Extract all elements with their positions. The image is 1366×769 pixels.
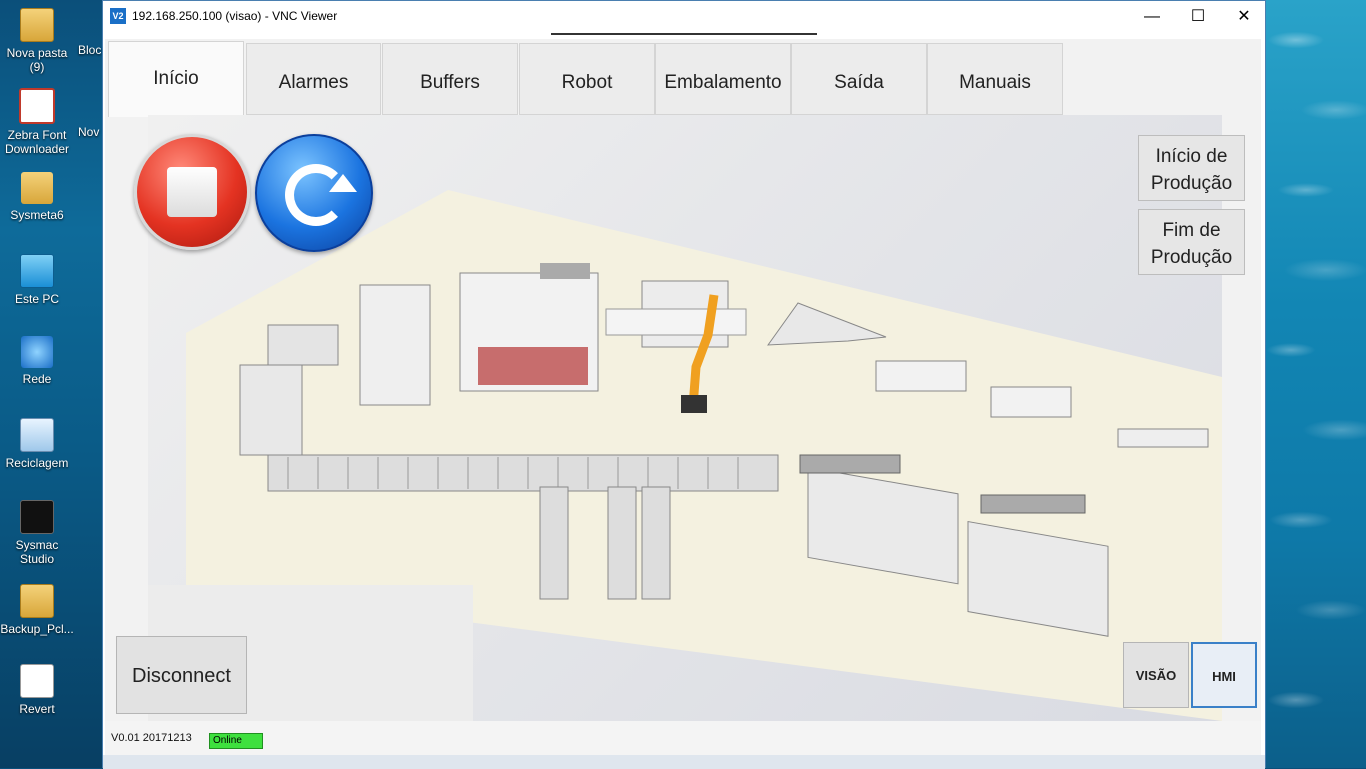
robot-cell-conveyor bbox=[605, 308, 747, 336]
desktop-icon-reciclagem[interactable]: Reciclagem bbox=[0, 418, 74, 470]
desktop-icon-sysmeta6[interactable]: Sysmeta6 bbox=[0, 172, 74, 222]
start-production-button[interactable]: Início de Produção bbox=[1138, 135, 1245, 201]
robot-base bbox=[681, 395, 707, 413]
infeed-machine bbox=[239, 364, 303, 456]
pallet-outfeed bbox=[980, 494, 1086, 514]
user-folder-icon bbox=[21, 172, 53, 204]
desktop-icon-rede[interactable]: Rede bbox=[0, 336, 74, 386]
desktop-icon-este-pc[interactable]: Este PC bbox=[0, 254, 74, 306]
desktop-icon-label: Sysmac Studio bbox=[15, 538, 59, 566]
stop-button[interactable] bbox=[134, 134, 250, 250]
visao-mode-button[interactable]: VISÃO bbox=[1123, 642, 1189, 708]
window-bottom-edge bbox=[103, 755, 1265, 769]
desktop-icon-label: Nova pasta (9) bbox=[6, 46, 68, 74]
tab-inicio[interactable]: Início bbox=[108, 41, 244, 117]
disconnect-button[interactable]: Disconnect bbox=[116, 636, 247, 714]
desktop-icon-backup[interactable]: Backup_Pcl... bbox=[0, 584, 74, 636]
desktop-partial-label: Nov bbox=[78, 125, 100, 139]
pallet-machine-cover bbox=[990, 386, 1072, 418]
reset-button[interactable] bbox=[255, 134, 373, 252]
pallet-machine-cover bbox=[875, 360, 967, 392]
buffer-lane bbox=[641, 486, 671, 600]
main-conveyor bbox=[267, 454, 779, 492]
desktop-icon-label: Zebra Font Downloader bbox=[4, 128, 70, 156]
close-button[interactable]: ✕ bbox=[1221, 1, 1267, 32]
folder-icon bbox=[20, 584, 54, 618]
hmi-mode-button[interactable]: HMI bbox=[1191, 642, 1257, 708]
machine-top-unit bbox=[540, 263, 590, 279]
hmi-screen: Início Alarmes Buffers Robot Embalamento… bbox=[105, 39, 1261, 755]
status-bar: V0.01 20171213 Online bbox=[105, 721, 1261, 755]
recycle-bin-icon bbox=[20, 418, 54, 452]
folder-icon bbox=[20, 8, 54, 42]
desktop-icon-label: Este PC bbox=[14, 292, 59, 306]
buffer-lane bbox=[539, 486, 569, 600]
vnc-viewer-window: V2 192.168.250.100 (visao) - VNC Viewer … bbox=[102, 0, 1266, 769]
maximize-button[interactable]: ☐ bbox=[1175, 1, 1221, 32]
title-bar[interactable]: V2 192.168.250.100 (visao) - VNC Viewer … bbox=[103, 1, 1265, 32]
buffer-lane bbox=[607, 486, 637, 600]
desktop-partial-label: Bloc bbox=[78, 43, 102, 57]
desktop-icon-label: Sysmeta6 bbox=[10, 208, 64, 222]
window-title: 192.168.250.100 (visao) - VNC Viewer bbox=[132, 9, 338, 23]
minimize-button[interactable]: — bbox=[1129, 1, 1175, 32]
tab-embalamento[interactable]: Embalamento bbox=[655, 43, 791, 115]
computer-icon bbox=[20, 254, 54, 288]
tab-alarmes[interactable]: Alarmes bbox=[246, 43, 381, 115]
toolbar-handle[interactable] bbox=[551, 33, 817, 35]
tab-manuais[interactable]: Manuais bbox=[927, 43, 1063, 115]
document-icon bbox=[20, 664, 54, 698]
desktop-icon-label: Reciclagem bbox=[5, 456, 69, 470]
desktop-icon-sysmac-studio[interactable]: Sysmac Studio bbox=[0, 500, 74, 566]
desktop-icon-label: Backup_Pcl... bbox=[0, 622, 74, 636]
tab-buffers[interactable]: Buffers bbox=[382, 43, 518, 115]
connection-status-badge: Online bbox=[209, 733, 263, 749]
desktop-icon-label: Rede bbox=[22, 372, 52, 386]
network-icon bbox=[21, 336, 53, 368]
machine-red-panel bbox=[478, 347, 588, 385]
desktop-wallpaper bbox=[1266, 0, 1366, 768]
sysmac-icon bbox=[20, 500, 54, 534]
desktop-icon-revert[interactable]: Revert bbox=[0, 664, 74, 716]
version-label: V0.01 20171213 bbox=[111, 732, 192, 744]
refresh-arrow-icon bbox=[329, 174, 357, 192]
stop-icon bbox=[167, 167, 217, 217]
desktop-icon-nova-pasta[interactable]: Nova pasta (9) bbox=[0, 8, 74, 74]
desktop-icon-zebra-font[interactable]: Zebra Font Downloader bbox=[0, 88, 74, 156]
tab-robot[interactable]: Robot bbox=[519, 43, 655, 115]
pallet-outfeed bbox=[799, 454, 901, 474]
processing-machine bbox=[359, 284, 431, 406]
end-production-button[interactable]: Fim de Produção bbox=[1138, 209, 1245, 275]
tab-saida[interactable]: Saída bbox=[791, 43, 927, 115]
desktop-icon-label: Revert bbox=[19, 702, 55, 716]
roller-section bbox=[267, 324, 339, 366]
font-app-icon bbox=[19, 88, 55, 124]
exit-conveyor bbox=[1117, 428, 1209, 448]
vnc-app-icon: V2 bbox=[110, 8, 126, 24]
